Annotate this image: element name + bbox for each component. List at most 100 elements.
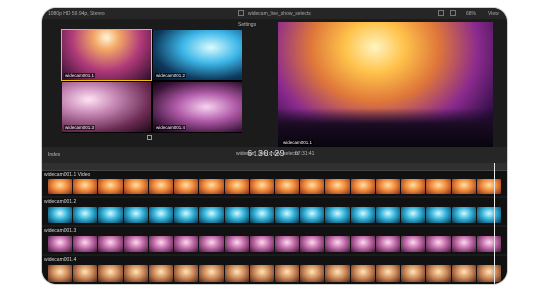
clip-thumbnail[interactable] <box>249 236 274 252</box>
playhead[interactable] <box>494 163 495 284</box>
clip-thumbnail[interactable] <box>426 179 451 194</box>
clip-thumbnail[interactable] <box>48 265 73 282</box>
view-menu[interactable]: View <box>488 11 499 17</box>
clip-thumbnail[interactable] <box>73 265 98 282</box>
settings-menu[interactable]: Settings <box>238 22 256 28</box>
clip-thumbnail[interactable] <box>451 179 476 194</box>
clip-thumbnail[interactable] <box>350 179 375 194</box>
clip-thumbnail[interactable] <box>300 207 325 223</box>
clip-thumbnail[interactable] <box>375 179 401 194</box>
clip-thumbnail[interactable] <box>148 236 174 252</box>
clip-thumbnail[interactable] <box>174 179 199 194</box>
clip-thumbnail[interactable] <box>300 179 325 194</box>
clip-icon[interactable] <box>238 10 244 16</box>
timeline-ruler[interactable] <box>42 163 507 171</box>
clip-thumbnail[interactable] <box>123 207 148 223</box>
clip-thumbnail[interactable] <box>73 179 98 194</box>
clip-thumbnail[interactable] <box>426 236 451 252</box>
clip-thumbnail[interactable] <box>249 179 274 194</box>
clip-thumbnail[interactable] <box>148 179 174 194</box>
track-4[interactable]: widecam001.4 <box>42 256 507 284</box>
clip-thumbnail[interactable] <box>350 236 375 252</box>
clip-thumbnail[interactable] <box>98 207 123 223</box>
clip-thumbnail[interactable] <box>426 265 451 282</box>
clip-thumbnail[interactable] <box>48 207 73 223</box>
clip-thumbnail[interactable] <box>174 207 199 223</box>
clip-thumbnail[interactable] <box>199 207 224 223</box>
angle-4[interactable]: widecam001.4 <box>153 82 242 132</box>
clip-thumbnail[interactable] <box>476 179 501 194</box>
clip-thumbnail[interactable] <box>98 236 123 252</box>
layout-icon[interactable] <box>438 10 444 16</box>
track-3-clips[interactable] <box>48 236 501 252</box>
clip-thumbnail[interactable] <box>48 236 73 252</box>
grid-icon[interactable] <box>147 135 152 140</box>
clip-thumbnail[interactable] <box>224 179 249 194</box>
clip-thumbnail[interactable] <box>274 179 300 194</box>
clip-thumbnail[interactable] <box>123 236 148 252</box>
clip-thumbnail[interactable] <box>73 207 98 223</box>
clip-thumbnail[interactable] <box>325 265 350 282</box>
viewer-label: widecam001.1 <box>282 140 314 145</box>
clip-thumbnail[interactable] <box>174 265 199 282</box>
clip-thumbnail[interactable] <box>476 236 501 252</box>
track-4-label: widecam001.4 <box>44 257 77 263</box>
clip-thumbnail[interactable] <box>476 207 501 223</box>
angle-1[interactable]: widecam001.1 <box>61 29 152 81</box>
clip-thumbnail[interactable] <box>451 236 476 252</box>
clip-thumbnail[interactable] <box>199 179 224 194</box>
zoom-level[interactable]: 68% <box>466 11 476 17</box>
angle-2[interactable]: widecam001.2 <box>153 30 242 80</box>
clip-thumbnail[interactable] <box>48 179 73 194</box>
track-1[interactable]: widecam001.1 Video <box>42 171 507 196</box>
clip-thumbnail[interactable] <box>375 207 401 223</box>
clip-thumbnail[interactable] <box>123 265 148 282</box>
clip-thumbnail[interactable] <box>476 265 501 282</box>
clip-thumbnail[interactable] <box>224 265 249 282</box>
clip-thumbnail[interactable] <box>199 236 224 252</box>
clip-thumbnail[interactable] <box>73 236 98 252</box>
app-window: 1080p HD 59.94p, Stereo widecam_live_sho… <box>42 8 507 284</box>
clip-thumbnail[interactable] <box>249 207 274 223</box>
clip-thumbnail[interactable] <box>148 207 174 223</box>
clip-thumbnail[interactable] <box>224 207 249 223</box>
clip-thumbnail[interactable] <box>274 265 300 282</box>
clip-thumbnail[interactable] <box>98 265 123 282</box>
clip-thumbnail[interactable] <box>325 207 350 223</box>
clip-thumbnail[interactable] <box>274 236 300 252</box>
clip-thumbnail[interactable] <box>300 265 325 282</box>
clip-thumbnail[interactable] <box>401 179 426 194</box>
clip-thumbnail[interactable] <box>401 207 426 223</box>
clip-thumbnail[interactable] <box>249 265 274 282</box>
angle-viewer: widecam001.1 widecam001.2 widecam001.3 w… <box>61 29 242 133</box>
clip-thumbnail[interactable] <box>426 207 451 223</box>
clip-thumbnail[interactable] <box>375 265 401 282</box>
main-viewer: widecam001.1 <box>278 22 493 148</box>
clip-thumbnail[interactable] <box>401 236 426 252</box>
clip-thumbnail[interactable] <box>350 207 375 223</box>
clip-thumbnail[interactable] <box>451 265 476 282</box>
clip-thumbnail[interactable] <box>274 207 300 223</box>
clip-thumbnail[interactable] <box>401 265 426 282</box>
track-3[interactable]: widecam001.3 <box>42 227 507 254</box>
clip-thumbnail[interactable] <box>350 265 375 282</box>
clip-thumbnail[interactable] <box>148 265 174 282</box>
clip-thumbnail[interactable] <box>174 236 199 252</box>
angle-3[interactable]: widecam001.3 <box>62 82 151 132</box>
display-icon[interactable] <box>450 10 456 16</box>
clip-thumbnail[interactable] <box>375 236 401 252</box>
clip-thumbnail[interactable] <box>300 236 325 252</box>
clip-thumbnail[interactable] <box>123 179 148 194</box>
index-button[interactable]: Index <box>48 152 60 158</box>
track-2[interactable]: widecam001.2 <box>42 198 507 225</box>
track-4-clips[interactable] <box>48 265 501 282</box>
clip-thumbnail[interactable] <box>224 236 249 252</box>
clip-thumbnail[interactable] <box>199 265 224 282</box>
clip-thumbnail[interactable] <box>98 179 123 194</box>
clip-thumbnail[interactable] <box>325 179 350 194</box>
clip-thumbnail[interactable] <box>325 236 350 252</box>
format-label: 1080p HD 59.94p, Stereo <box>48 11 105 17</box>
clip-thumbnail[interactable] <box>451 207 476 223</box>
track-1-clips[interactable] <box>48 179 501 194</box>
track-2-clips[interactable] <box>48 207 501 223</box>
